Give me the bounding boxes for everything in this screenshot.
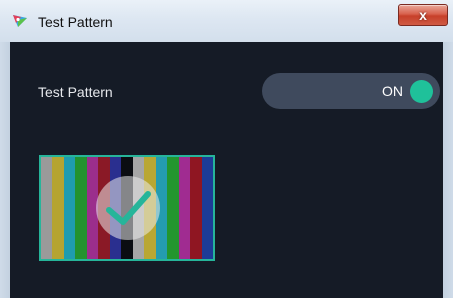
test-pattern-label: Test Pattern — [38, 84, 113, 100]
window-frame-left — [0, 42, 10, 298]
toggle-state-text: ON — [382, 83, 403, 99]
color-bar — [178, 157, 191, 259]
color-bars-pattern-thumbnail[interactable] — [39, 155, 215, 261]
color-bar — [75, 157, 87, 259]
color-bar — [190, 157, 202, 259]
dialog-window: Test Pattern x Test Pattern ON — [0, 0, 453, 298]
color-bar — [41, 157, 53, 259]
toggle-knob — [410, 80, 433, 103]
close-button[interactable]: x — [398, 4, 448, 26]
color-bar — [167, 157, 179, 259]
window-frame-right — [443, 42, 453, 298]
color-bar — [52, 157, 64, 259]
selected-indicator — [96, 176, 160, 240]
app-icon — [12, 14, 28, 28]
window-title: Test Pattern — [38, 14, 113, 30]
color-bar — [201, 157, 213, 259]
checkmark-icon — [106, 191, 151, 225]
color-bar — [63, 157, 76, 259]
close-icon: x — [419, 7, 427, 23]
title-bar[interactable]: Test Pattern x — [0, 0, 453, 42]
content-panel: Test Pattern ON — [10, 42, 443, 298]
test-pattern-toggle[interactable]: ON — [262, 73, 440, 109]
